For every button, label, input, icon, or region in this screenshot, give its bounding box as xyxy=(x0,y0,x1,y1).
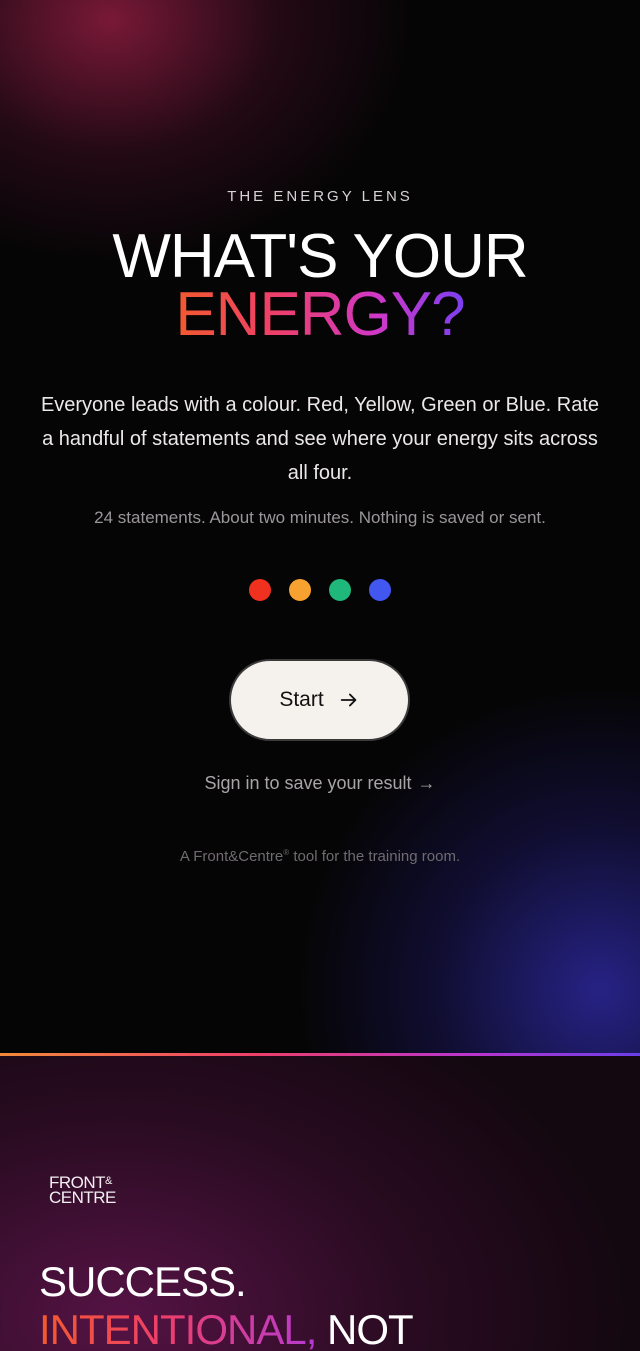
footer: FRONT& CENTRE SUCCESS. INTENTIONAL, NOT xyxy=(0,1056,640,1351)
tagline-accent: INTENTIONAL, xyxy=(39,1306,317,1351)
footer-tagline: SUCCESS. INTENTIONAL, NOT xyxy=(39,1258,414,1351)
color-dots xyxy=(0,579,640,601)
sign-in-label: Sign in to save your result xyxy=(204,773,412,793)
red-dot xyxy=(249,579,271,601)
credit-text: A Front&Centre® tool for the training ro… xyxy=(0,848,640,865)
sign-in-link[interactable]: Sign in to save your result → xyxy=(0,773,640,794)
arrow-right-small-icon: → xyxy=(417,773,436,793)
start-label: Start xyxy=(279,688,324,711)
hero-section: THE ENERGY LENS WHAT'S YOUR ENERGY? Ever… xyxy=(0,0,640,1055)
page-title: WHAT'S YOUR ENERGY? xyxy=(0,222,640,349)
credit-suffix: tool for the training room. xyxy=(289,848,461,865)
green-dot xyxy=(329,579,351,601)
start-button[interactable]: Start xyxy=(229,659,410,741)
info-note: 24 statements. About two minutes. Nothin… xyxy=(94,508,546,527)
title-line-2: ENERGY? xyxy=(175,280,465,349)
intro-text: Everyone leads with a colour. Red, Yello… xyxy=(40,394,600,484)
tagline-line-1: SUCCESS. xyxy=(39,1258,247,1305)
arrow-right-icon xyxy=(340,693,357,707)
yellow-dot xyxy=(289,579,311,601)
credit-prefix: A Front&Centre xyxy=(179,848,284,865)
blue-dot xyxy=(369,579,391,601)
title-line-1: WHAT'S YOUR xyxy=(112,222,528,291)
logo-line-2: CENTRE xyxy=(49,1188,116,1207)
tagline-rest: NOT xyxy=(316,1306,414,1351)
kicker: THE ENERGY LENS xyxy=(227,188,413,205)
front-centre-logo[interactable]: FRONT& CENTRE xyxy=(49,1174,116,1207)
